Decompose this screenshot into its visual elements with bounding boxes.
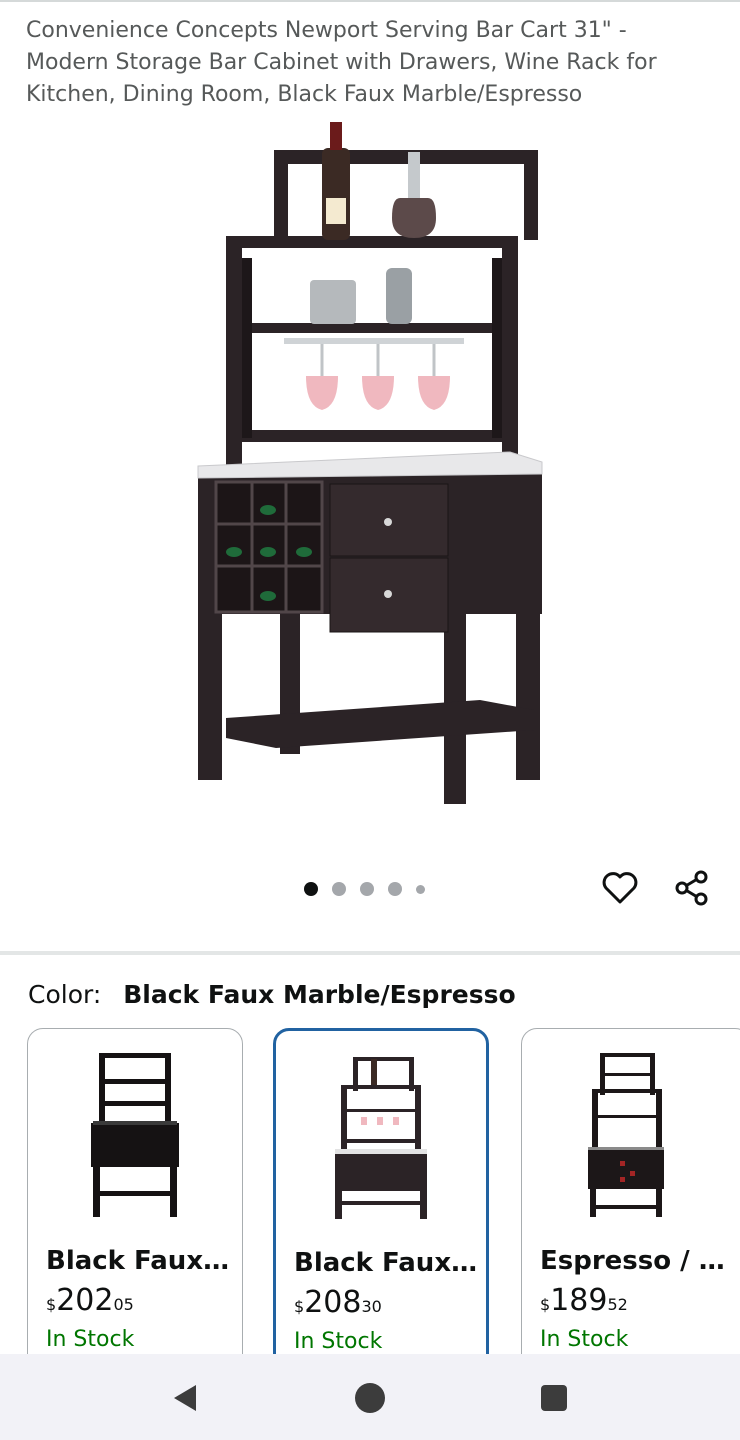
- variant-thumbnail: [522, 1049, 738, 1229]
- variant-thumbnail: [276, 1051, 486, 1231]
- currency-symbol: $: [46, 1295, 57, 1314]
- product-title: Convenience Concepts Newport Serving Bar…: [26, 18, 657, 107]
- variant-card[interactable]: Black Faux... $20205 In Stock: [27, 1028, 243, 1388]
- variant-name: Black Faux...: [46, 1246, 231, 1276]
- share-button[interactable]: [670, 866, 714, 910]
- variant-card-selected[interactable]: Black Faux... $20830 In Stock: [273, 1028, 489, 1388]
- top-divider: [0, 0, 740, 2]
- variant-price: $18952: [540, 1283, 628, 1319]
- back-button[interactable]: [168, 1380, 204, 1416]
- currency-symbol: $: [540, 1295, 551, 1314]
- pager-dot[interactable]: [388, 882, 402, 896]
- variant-card[interactable]: Espresso / ... $18952 In Stock: [521, 1028, 740, 1388]
- recents-button[interactable]: [536, 1380, 572, 1416]
- price-cents: 52: [607, 1295, 628, 1314]
- pager-dot[interactable]: [332, 882, 346, 896]
- product-image[interactable]: [190, 118, 550, 823]
- price-cents: 05: [113, 1295, 134, 1314]
- share-icon: [675, 870, 708, 906]
- variant-price: $20205: [46, 1283, 134, 1319]
- pager-dot[interactable]: [304, 882, 318, 896]
- selected-color-value: Black Faux Marble/Espresso: [123, 980, 516, 1009]
- heart-outline-icon: [602, 872, 638, 904]
- section-divider: [0, 951, 740, 955]
- color-label: Color:: [28, 980, 102, 1009]
- home-circle-icon: [355, 1383, 385, 1413]
- stock-status: In Stock: [540, 1327, 629, 1352]
- variant-name: Black Faux...: [294, 1248, 479, 1278]
- variant-thumbnail: [28, 1049, 242, 1229]
- recents-square-icon: [541, 1385, 567, 1411]
- price-whole: 208: [304, 1285, 362, 1320]
- pager-dot[interactable]: [360, 882, 374, 896]
- home-button[interactable]: [352, 1380, 388, 1416]
- color-selector-header: Color: Black Faux Marble/Espresso: [28, 978, 516, 1012]
- stock-status: In Stock: [46, 1327, 135, 1352]
- price-whole: 202: [56, 1283, 114, 1318]
- pager-dot[interactable]: [416, 884, 425, 894]
- image-pager: [304, 880, 425, 898]
- variant-name: Espresso / ...: [540, 1246, 725, 1276]
- price-cents: 30: [361, 1297, 382, 1316]
- stock-status: In Stock: [294, 1329, 383, 1354]
- back-triangle-icon: [174, 1385, 196, 1411]
- variant-price: $20830: [294, 1285, 382, 1321]
- price-whole: 189: [550, 1283, 608, 1318]
- currency-symbol: $: [294, 1297, 305, 1316]
- wishlist-button[interactable]: [598, 866, 642, 910]
